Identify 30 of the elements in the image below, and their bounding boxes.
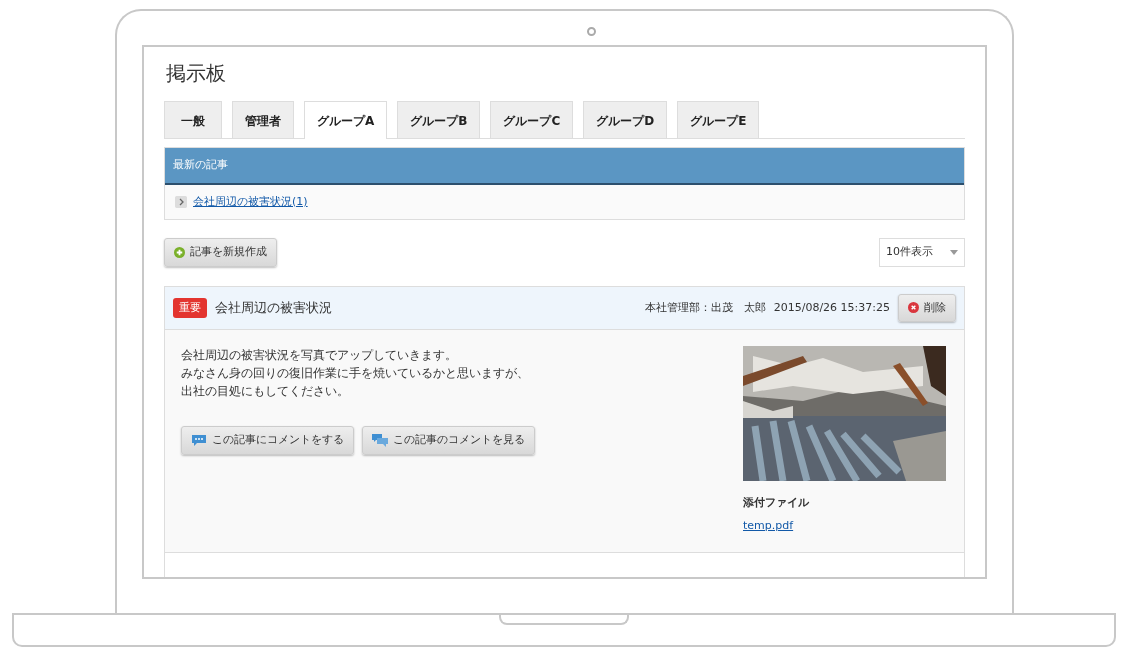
tab[interactable]: グループE	[677, 101, 760, 138]
tab[interactable]: グループC	[490, 101, 574, 138]
attachment-label: 添付ファイル	[743, 495, 810, 511]
body-text: 出社の目処にもしてください。	[181, 383, 350, 400]
article-link[interactable]: 会社周辺の被害状況(1)	[193, 193, 308, 210]
page-size-dropdown[interactable]: 10件表示	[879, 238, 965, 267]
post-title: 会社周辺の被害状況	[215, 299, 332, 317]
post-date: 2015/08/26 15:37:25	[773, 299, 890, 316]
tab[interactable]: グループB	[397, 101, 481, 138]
attachment-link[interactable]: temp.pdf	[743, 518, 794, 532]
comment-button[interactable]: この記事にコメントをする	[181, 426, 354, 455]
post-author: 本社管理部：出茂 太郎	[644, 299, 766, 316]
caret-icon	[950, 249, 958, 255]
close-icon	[908, 302, 919, 314]
tab[interactable]: 一般	[164, 101, 222, 138]
section-header: 最新の記事	[165, 148, 964, 185]
speech-bubbles-icon	[372, 433, 388, 447]
plus-icon	[174, 246, 185, 258]
new-article-button[interactable]: 記事を新規作成	[164, 238, 277, 267]
tab[interactable]: 管理者	[232, 101, 294, 138]
delete-button[interactable]: 削除	[898, 293, 956, 322]
body-text: みなさん身の回りの復旧作業に手を焼いているかと思いますが、	[181, 365, 530, 382]
body-text: 会社周辺の被害状況を写真でアップしていきます。	[181, 347, 458, 364]
importance-badge: 重要	[173, 297, 207, 318]
camera-icon	[587, 27, 596, 36]
page-title: 掲示板	[166, 61, 227, 85]
tab[interactable]: グループD	[583, 101, 668, 138]
tab[interactable]: グループA	[304, 101, 388, 139]
comment-button[interactable]: この記事のコメントを見る	[362, 426, 535, 455]
speech-bubble-icon	[191, 433, 207, 447]
